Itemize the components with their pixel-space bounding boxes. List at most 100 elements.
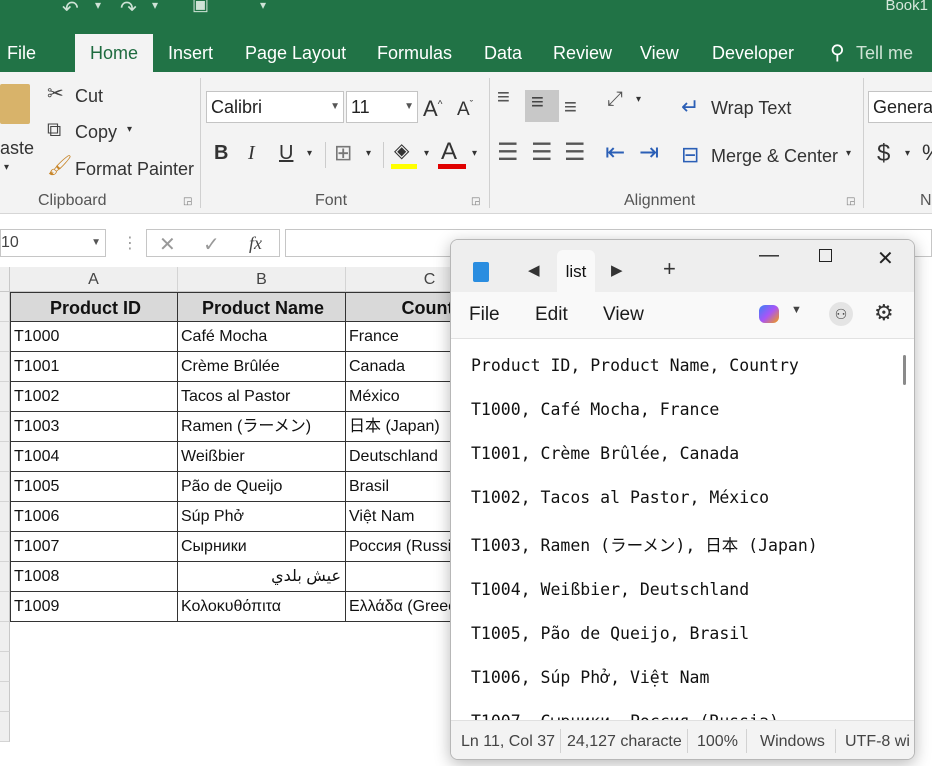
row-header[interactable]: [0, 592, 10, 622]
tab-insert[interactable]: Insert: [168, 34, 213, 72]
table-header-cell[interactable]: Product Name: [178, 292, 346, 322]
table-cell[interactable]: T1005: [10, 472, 178, 502]
currency-button[interactable]: $: [877, 140, 890, 168]
tab-view[interactable]: View: [640, 34, 679, 72]
line-ending[interactable]: Windows: [760, 733, 825, 751]
copy-button[interactable]: Copy: [75, 122, 117, 143]
row-header[interactable]: [0, 502, 10, 532]
align-center-icon[interactable]: ☰: [531, 138, 553, 167]
zoom-level[interactable]: 100%: [697, 733, 738, 751]
table-cell[interactable]: T1009: [10, 592, 178, 622]
font-launcher-icon[interactable]: ◲: [471, 196, 480, 207]
font-color-icon[interactable]: A: [441, 138, 457, 166]
table-cell[interactable]: Сырники: [178, 532, 346, 562]
font-color-dropdown-icon[interactable]: ▾: [472, 148, 477, 159]
wrap-text-button[interactable]: Wrap Text: [711, 98, 791, 119]
decrease-indent-icon[interactable]: ⇤: [605, 138, 625, 167]
alignment-launcher-icon[interactable]: ◲: [846, 196, 855, 207]
row-header[interactable]: [0, 622, 10, 652]
fill-color-dropdown-icon[interactable]: ▾: [424, 148, 429, 159]
row-header[interactable]: [0, 442, 10, 472]
number-format-combo[interactable]: General: [868, 91, 932, 123]
table-cell[interactable]: T1000: [10, 322, 178, 352]
paste-button-label[interactable]: aste: [0, 138, 34, 159]
table-cell[interactable]: T1004: [10, 442, 178, 472]
undo-icon[interactable]: ↶: [62, 0, 79, 21]
column-header-a[interactable]: A: [10, 267, 178, 292]
bottom-align-icon[interactable]: ≡: [564, 94, 577, 120]
minimize-icon[interactable]: —: [759, 244, 779, 267]
confirm-entry-icon[interactable]: ✓: [203, 232, 220, 257]
account-icon[interactable]: ⚇: [829, 302, 853, 326]
bold-button[interactable]: B: [214, 142, 228, 165]
tab-page-layout[interactable]: Page Layout: [245, 34, 346, 72]
row-header[interactable]: [0, 562, 10, 592]
vertical-scrollbar[interactable]: [903, 355, 906, 385]
undo-dropdown-icon[interactable]: ▾: [95, 0, 101, 12]
tab-list[interactable]: list: [557, 250, 595, 292]
align-right-icon[interactable]: ☰: [564, 138, 586, 167]
tab-data[interactable]: Data: [484, 34, 522, 72]
table-cell[interactable]: Café Mocha: [178, 322, 346, 352]
table-cell[interactable]: Weißbier: [178, 442, 346, 472]
menu-view[interactable]: View: [603, 304, 644, 326]
merge-dropdown-icon[interactable]: ▾: [846, 148, 851, 159]
row-header[interactable]: [0, 382, 10, 412]
row-header[interactable]: [0, 652, 10, 682]
increase-font-size-icon[interactable]: A^: [423, 96, 442, 122]
table-cell[interactable]: T1008: [10, 562, 178, 592]
table-cell[interactable]: Pão de Queijo: [178, 472, 346, 502]
insert-function-button[interactable]: fx: [249, 233, 262, 254]
row-header[interactable]: [0, 682, 10, 712]
row-header[interactable]: [0, 412, 10, 442]
table-cell[interactable]: T1001: [10, 352, 178, 382]
copilot-icon[interactable]: [759, 305, 779, 323]
tab-file[interactable]: File: [7, 34, 36, 72]
underline-dropdown-icon[interactable]: ▾: [307, 148, 312, 159]
font-size-combo[interactable]: 11 ▼: [346, 91, 418, 123]
table-cell[interactable]: Tacos al Pastor: [178, 382, 346, 412]
tab-formulas[interactable]: Formulas: [377, 34, 452, 72]
orientation-dropdown-icon[interactable]: ▾: [636, 94, 641, 105]
table-cell[interactable]: T1007: [10, 532, 178, 562]
name-box[interactable]: 10 ▼: [0, 229, 106, 257]
chevron-down-icon[interactable]: ▼: [791, 304, 802, 316]
table-cell[interactable]: T1003: [10, 412, 178, 442]
close-icon[interactable]: ✕: [877, 246, 894, 271]
settings-gear-icon[interactable]: ⚙: [874, 300, 894, 326]
table-cell[interactable]: Súp Phở: [178, 502, 346, 532]
camera-icon[interactable]: ▣: [192, 0, 209, 15]
menu-edit[interactable]: Edit: [535, 304, 568, 326]
font-name-combo[interactable]: Calibri ▼: [206, 91, 344, 123]
currency-dropdown-icon[interactable]: ▾: [905, 148, 910, 159]
new-tab-icon[interactable]: +: [663, 256, 676, 282]
menu-file[interactable]: File: [469, 304, 500, 326]
table-cell[interactable]: T1002: [10, 382, 178, 412]
italic-button[interactable]: I: [248, 142, 255, 165]
orientation-icon[interactable]: ⤢: [607, 88, 623, 111]
fill-color-icon[interactable]: ◈: [394, 138, 409, 163]
paste-icon[interactable]: [0, 84, 30, 124]
redo-dropdown-icon[interactable]: ▾: [152, 0, 158, 12]
lightbulb-icon[interactable]: ⚲: [830, 34, 845, 72]
paste-dropdown-icon[interactable]: ▾: [4, 162, 9, 173]
borders-dropdown-icon[interactable]: ▾: [366, 148, 371, 159]
underline-button[interactable]: U: [279, 142, 293, 165]
clipboard-launcher-icon[interactable]: ◲: [183, 196, 192, 207]
table-cell[interactable]: Crème Brûlée: [178, 352, 346, 382]
cancel-entry-icon[interactable]: ✕: [159, 232, 176, 257]
copy-dropdown-icon[interactable]: ▾: [127, 124, 132, 135]
tab-home[interactable]: Home: [75, 34, 153, 72]
forward-arrow-icon[interactable]: ▶: [611, 261, 623, 279]
tab-developer[interactable]: Developer: [712, 34, 794, 72]
row-header[interactable]: [0, 712, 10, 742]
table-cell[interactable]: عيش بلدي: [178, 562, 346, 592]
cut-button[interactable]: Cut: [75, 86, 103, 107]
notepad-text-area[interactable]: Product ID, Product Name, Country T1000, …: [451, 338, 914, 731]
redo-icon[interactable]: ↷: [120, 0, 137, 21]
align-left-icon[interactable]: ☰: [497, 138, 519, 167]
tell-me-search[interactable]: Tell me wh: [856, 34, 932, 101]
back-arrow-icon[interactable]: ◀: [528, 261, 540, 279]
top-align-icon[interactable]: ≡: [497, 84, 510, 110]
increase-indent-icon[interactable]: ⇥: [639, 138, 659, 167]
